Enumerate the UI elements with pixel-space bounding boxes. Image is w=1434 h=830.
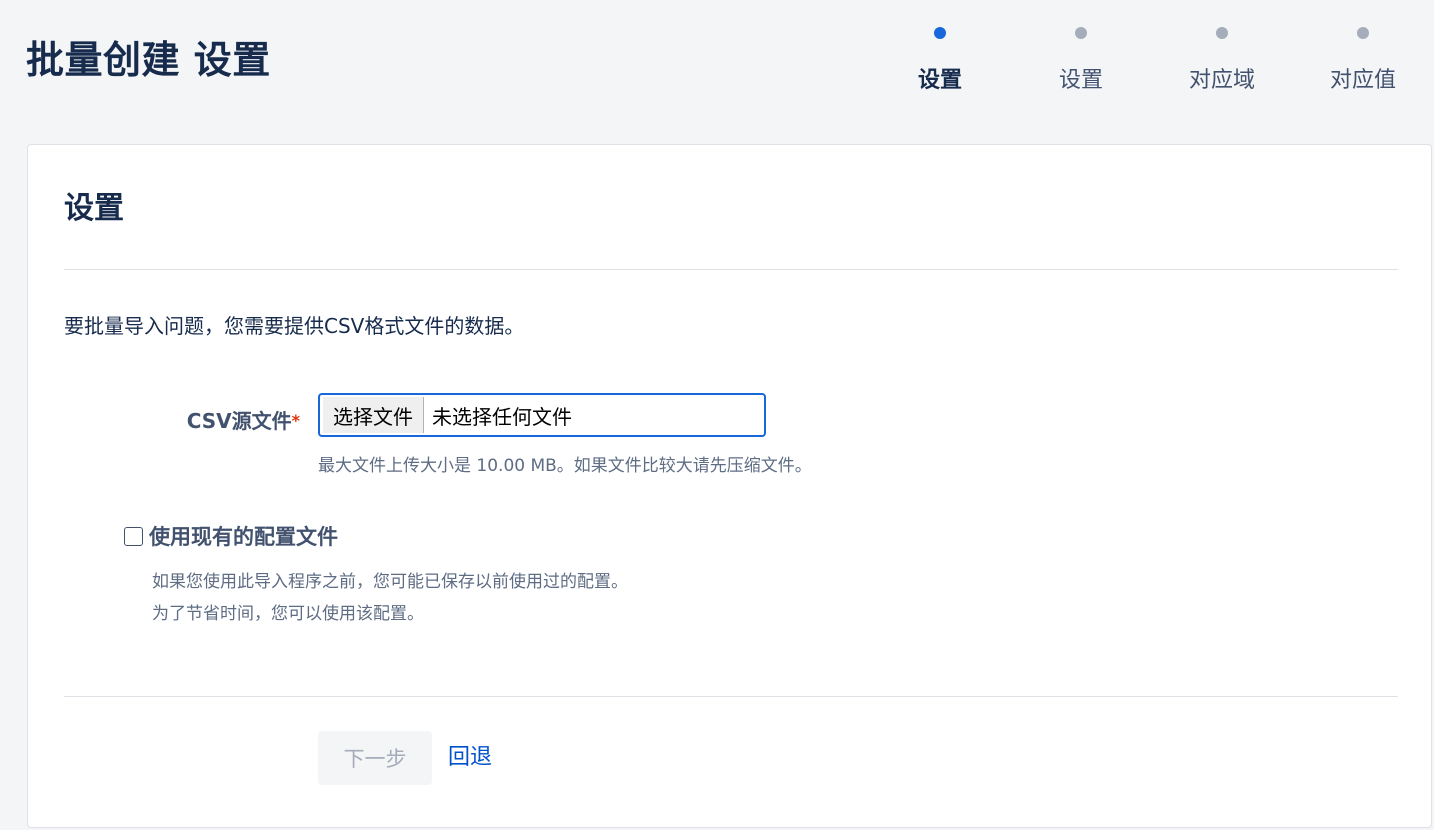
step-dot-icon xyxy=(1075,27,1087,39)
csv-file-label-text: CSV源文件 xyxy=(186,409,292,433)
csv-file-label: CSV源文件* xyxy=(88,406,300,436)
help-line: 如果您使用此导入程序之前，您可能已保存以前使用过的配置。 xyxy=(152,572,628,592)
page-header: 批量创建 设置 设置 设置 对应域 对应值 xyxy=(0,0,1434,140)
card-title: 设置 xyxy=(64,191,124,226)
step-dot-icon xyxy=(1357,27,1369,39)
progress-tracker: 设置 设置 对应域 对应值 xyxy=(870,22,1434,102)
file-size-help: 最大文件上传大小是 10.00 MB。如果文件比较大请先压缩文件。 xyxy=(318,456,812,476)
help-line: 为了节省时间，您可以使用该配置。 xyxy=(152,604,424,624)
existing-config-checkbox[interactable] xyxy=(124,526,143,546)
back-link[interactable]: 回退 xyxy=(448,743,492,773)
intro-text: 要批量导入问题，您需要提供CSV格式文件的数据。 xyxy=(64,314,525,338)
file-status-text: 未选择任何文件 xyxy=(432,404,572,429)
divider xyxy=(64,696,1398,697)
choose-file-button[interactable]: 选择文件 xyxy=(323,397,424,433)
progress-step-1: 设置 xyxy=(870,22,1010,102)
page-title: 批量创建 设置 xyxy=(26,38,271,82)
step-label: 对应值 xyxy=(1329,68,1396,93)
step-current-dot-icon xyxy=(934,27,946,39)
next-button[interactable]: 下一步 xyxy=(318,731,432,785)
required-mark: * xyxy=(291,411,300,430)
existing-config-row[interactable]: 使用现有的配置文件 xyxy=(124,519,338,553)
progress-step-2: 设置 xyxy=(1011,22,1151,102)
step-dot-icon xyxy=(1216,27,1228,39)
settings-card: 设置 要批量导入问题，您需要提供CSV格式文件的数据。 CSV源文件* 选择文件… xyxy=(27,144,1432,828)
progress-step-3: 对应域 xyxy=(1152,22,1292,102)
existing-config-label[interactable]: 使用现有的配置文件 xyxy=(149,521,338,551)
existing-config-help: 如果您使用此导入程序之前，您可能已保存以前使用过的配置。 为了节省时间，您可以使… xyxy=(152,566,628,630)
step-label: 对应域 xyxy=(1188,68,1255,93)
step-label: 设置 xyxy=(917,68,962,93)
csv-file-input[interactable]: 选择文件 未选择任何文件 xyxy=(318,393,766,437)
progress-step-4: 对应值 xyxy=(1293,22,1433,102)
divider xyxy=(64,269,1398,270)
step-label: 设置 xyxy=(1058,68,1103,93)
